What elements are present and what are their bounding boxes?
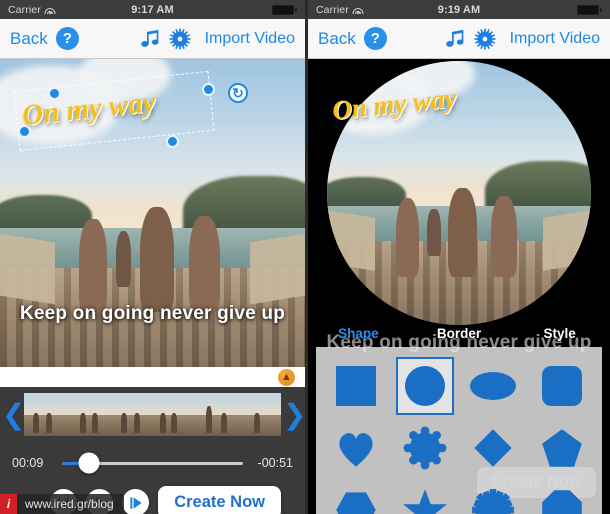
- list-item[interactable]: [109, 393, 153, 436]
- scrubber-slider[interactable]: [62, 452, 243, 474]
- shape-editor-tabs: Shape Border Style: [308, 326, 610, 346]
- gear-icon[interactable]: [474, 28, 496, 50]
- circle-shape[interactable]: [395, 357, 454, 415]
- video-preview[interactable]: On my way ↻ Keep on going never give up: [0, 59, 305, 367]
- status-time: 9:17 AM: [131, 3, 174, 16]
- import-video-button[interactable]: Import Video: [510, 30, 600, 48]
- watermark-url: www.ired.gr/blog: [25, 497, 114, 511]
- back-button[interactable]: Back: [318, 29, 356, 49]
- scrubber-knob[interactable]: [78, 452, 100, 474]
- heart-shape[interactable]: [329, 421, 383, 475]
- diamond-shape[interactable]: [466, 421, 520, 475]
- remaining-time: -00:51: [257, 456, 293, 470]
- list-item[interactable]: [152, 393, 196, 436]
- help-icon[interactable]: ?: [55, 27, 79, 50]
- help-icon[interactable]: ?: [363, 27, 387, 50]
- filmstrip-thumbnails: [24, 393, 281, 436]
- octagon-shape[interactable]: [535, 483, 589, 514]
- pentagon-shape[interactable]: [535, 421, 589, 475]
- screenshot-stage: Carrier 9:17 AM Back ? Import Video On m…: [0, 0, 610, 514]
- resize-handle-bottom-right[interactable]: [166, 135, 179, 148]
- star-shape[interactable]: [398, 483, 452, 514]
- chevron-up-icon[interactable]: ▲: [278, 368, 295, 386]
- rotate-icon[interactable]: ↻: [228, 83, 248, 103]
- square-shape[interactable]: [329, 359, 383, 413]
- resize-handle-top-left[interactable]: [48, 87, 61, 100]
- tab-style[interactable]: Style: [509, 326, 610, 346]
- status-time: 9:19 AM: [437, 3, 481, 16]
- tab-border[interactable]: Border: [409, 326, 510, 346]
- toolbar: Back ? Import Video: [0, 19, 305, 59]
- list-item[interactable]: [66, 393, 110, 436]
- list-item[interactable]: [195, 393, 239, 436]
- scroll-up-bar: ▲: [0, 367, 305, 387]
- ellipse-shape[interactable]: [466, 359, 520, 413]
- music-note-icon[interactable]: [139, 28, 161, 50]
- shape-row: [322, 355, 596, 417]
- shape-picker-panel: [316, 347, 602, 514]
- shape-row: [322, 417, 596, 479]
- create-now-button[interactable]: Create Now: [158, 486, 281, 514]
- scalloped-circle-shape[interactable]: [398, 421, 452, 475]
- music-note-icon[interactable]: [444, 28, 466, 50]
- gear-shape[interactable]: [466, 483, 520, 514]
- back-button[interactable]: Back: [10, 29, 48, 49]
- video-preview[interactable]: On my way Keep on going never give up Sh…: [308, 59, 610, 514]
- text-overlay-selection[interactable]: On my way ↻: [13, 70, 248, 152]
- watermark-badge: i: [0, 494, 17, 514]
- list-item[interactable]: [24, 393, 67, 436]
- resize-handle-top-right[interactable]: [202, 83, 215, 96]
- chevron-right-icon[interactable]: ❯: [283, 400, 305, 429]
- list-item[interactable]: [238, 393, 281, 436]
- watermark: i www.ired.gr/blog: [0, 494, 124, 514]
- shape-row: [322, 479, 596, 514]
- toolbar: Back ? Import Video: [308, 19, 610, 59]
- skip-forward-icon[interactable]: [122, 489, 149, 514]
- scrubber-row: 00:09 -00:51: [12, 450, 293, 476]
- import-video-button[interactable]: Import Video: [205, 30, 295, 48]
- hexagon-shape[interactable]: [329, 483, 383, 514]
- status-bar: Carrier 9:19 AM: [308, 0, 610, 19]
- tab-shape[interactable]: Shape: [308, 326, 409, 346]
- elapsed-time: 00:09: [12, 456, 44, 470]
- left-phone-panel: Carrier 9:17 AM Back ? Import Video On m…: [0, 0, 305, 514]
- rounded-square-shape[interactable]: [535, 359, 589, 413]
- gear-icon[interactable]: [169, 28, 191, 50]
- resize-handle-bottom-left[interactable]: [18, 125, 31, 138]
- filmstrip: ❮ ❯: [0, 387, 305, 442]
- status-bar: Carrier 9:17 AM: [0, 0, 305, 19]
- video-caption: Keep on going never give up: [19, 303, 286, 324]
- chevron-left-icon[interactable]: ❮: [2, 400, 25, 429]
- right-phone-panel: Carrier 9:19 AM Back ? Import Video On m…: [305, 0, 610, 514]
